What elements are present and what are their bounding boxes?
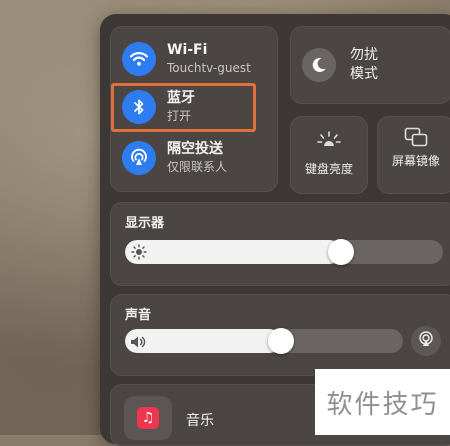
airdrop-status: 仅限联系人 [167,160,228,175]
moon-icon [302,48,336,82]
airdrop-icon[interactable] [122,141,156,175]
airplay-audio-button[interactable] [411,326,441,356]
airdrop-toggle[interactable]: 隔空投送 仅限联系人 [122,136,227,180]
screen-mirroring-icon [404,127,428,151]
wifi-icon[interactable] [122,42,156,76]
screen-mirroring-button[interactable]: 屏幕镜像 [377,116,450,194]
keyboard-brightness-icon [317,131,341,151]
keyboard-brightness-label: 键盘亮度 [304,162,353,176]
do-not-disturb-toggle[interactable]: 勿扰模式 [290,26,450,104]
wifi-network-name: Touchtv-guest [167,61,251,76]
display-brightness-slider[interactable] [125,240,443,264]
sound-module: 声音 [110,294,450,376]
airdrop-label: 隔空投送 [167,141,223,158]
screen-mirroring-label: 屏幕镜像 [391,154,440,168]
speaker-icon [130,334,146,353]
bluetooth-highlight-box [111,83,256,132]
sun-icon [131,244,147,264]
volume-knob[interactable] [268,328,294,354]
display-module: 显示器 [110,202,450,286]
volume-slider[interactable] [125,329,403,353]
watermark-text: 软件技巧 [315,369,450,435]
music-note-icon: ♫ [137,407,159,429]
volume-fill [125,329,281,353]
music-app-artwork[interactable]: ♫ [124,396,172,440]
airplay-audio-icon [418,331,434,351]
wifi-toggle[interactable]: Wi-Fi Touchtv-guest [122,37,251,81]
sound-title: 声音 [125,308,152,323]
now-playing-label: 音乐 [186,413,214,429]
display-brightness-fill [125,240,341,264]
display-brightness-knob[interactable] [328,239,354,265]
keyboard-brightness-button[interactable]: 键盘亮度 [290,116,368,194]
wifi-label: Wi-Fi [167,42,208,59]
do-not-disturb-label: 勿扰模式 [350,47,378,82]
display-title: 显示器 [125,216,165,231]
